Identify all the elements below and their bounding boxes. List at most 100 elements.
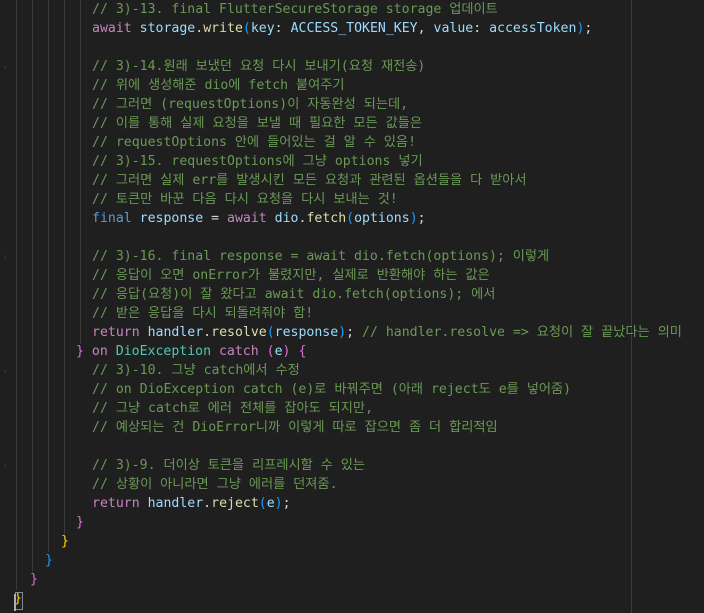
code-token: e	[266, 496, 275, 511]
code-token: reject	[211, 496, 259, 511]
code-token: // 그러면 (requestOptions)이 자동완성 되는데,	[92, 97, 409, 112]
code-token: // 그냥 catch로 에러 전체를 잡아도 되지만,	[92, 401, 374, 416]
code-line[interactable]: // 예상되는 건 DioError니까 이렇게 따로 잡으면 좀 더 합리적임	[0, 418, 498, 437]
code-token: on	[91, 344, 108, 359]
code-token: ;	[282, 496, 291, 511]
code-line[interactable]: // 3)-9. 더이상 토큰을 리프레시할 수 있는	[0, 456, 365, 475]
code-token: ACCESS_TOKEN_KEY	[290, 21, 418, 36]
code-token: // 토큰만 바꾼 다음 다시 요청을 다시 보내는 것!	[92, 192, 398, 207]
code-line[interactable]: }	[0, 532, 69, 551]
code-line[interactable]: // 3)-10. 그냥 catch에서 수정	[0, 361, 300, 380]
code-token: }	[76, 344, 84, 359]
code-token: // 이를 통해 실제 요청을 보낼 때 필요한 모든 값들은	[92, 116, 422, 131]
code-line[interactable]: // 그러면 (requestOptions)이 자동완성 되는데,	[0, 95, 408, 114]
code-token: }	[45, 553, 53, 568]
code-token: ;	[584, 21, 593, 36]
code-line[interactable]	[0, 228, 92, 247]
code-token: final	[92, 211, 132, 226]
code-token: (	[258, 496, 267, 511]
code-token: return	[92, 325, 140, 340]
code-token: .	[203, 496, 212, 511]
code-line[interactable]: // 그냥 catch로 에러 전체를 잡아도 되지만,	[0, 399, 373, 418]
code-token: DioException	[115, 344, 212, 359]
code-token: // 예상되는 건 DioError니까 이렇게 따로 잡으면 좀 더 합리적임	[92, 420, 498, 435]
code-token: // 상황이 아니라면 그냥 에러를 던져줌.	[92, 477, 338, 492]
code-token: handler	[147, 496, 204, 511]
code-line[interactable]: // 이를 통해 실제 요청을 보낼 때 필요한 모든 값들은	[0, 114, 422, 133]
code-token: response	[139, 211, 204, 226]
code-token: ;	[417, 211, 426, 226]
code-editor[interactable]: › › › › // 3)-13. final FlutterSecureSto…	[0, 0, 704, 613]
code-line[interactable]: // 3)-13. final FlutterSecureStorage sto…	[0, 0, 498, 19]
code-token: }	[61, 534, 69, 549]
code-token: // 받은 응답을 다시 되돌려줘야 함!	[92, 306, 314, 321]
code-token: :	[473, 21, 490, 36]
code-token: }	[76, 515, 84, 530]
editor-ruler	[631, 0, 632, 613]
code-token: write	[203, 21, 243, 36]
code-token: .	[203, 325, 212, 340]
code-token: // requestOptions 안에 들어있는 걸 알 수 있음!	[92, 135, 417, 150]
code-token: (	[346, 211, 355, 226]
code-token: )	[282, 344, 291, 359]
code-token: }	[30, 572, 38, 587]
code-line[interactable]: // 상황이 아니라면 그냥 에러를 던져줌.	[0, 475, 338, 494]
code-token: resolve	[211, 325, 267, 340]
code-line[interactable]: // 토큰만 바꾼 다음 다시 요청을 다시 보내는 것!	[0, 190, 398, 209]
code-line[interactable]: }	[0, 513, 84, 532]
code-token: (	[266, 344, 275, 359]
code-token: // 3)-13. final FlutterSecureStorage sto…	[92, 2, 498, 17]
code-line[interactable]: return handler.resolve(response); // han…	[0, 323, 682, 342]
code-line[interactable]	[0, 38, 92, 57]
code-line[interactable]: // 그러면 실제 err를 발생시킨 모든 요청과 관련된 옵션들을 다 받아…	[0, 171, 527, 190]
code-token: // 3)-10. 그냥 catch에서 수정	[92, 363, 300, 378]
code-token: await	[92, 21, 132, 36]
code-line[interactable]: // 응답(요청)이 잘 왔다고 await dio.fetch(options…	[0, 285, 495, 304]
code-line[interactable]	[0, 437, 92, 456]
code-token: // 3)-15. requestOptions에 그냥 options 넣기	[92, 154, 423, 169]
code-token: options	[354, 211, 410, 226]
code-line[interactable]: // requestOptions 안에 들어있는 걸 알 수 있음!	[0, 133, 416, 152]
code-token: // 응답이 오면 onError가 불렸지만, 실제로 반환해야 하는 값은	[92, 268, 490, 283]
code-token: accessToken	[489, 21, 577, 36]
code-line[interactable]: // on DioException catch (e)로 바꿔주면 (아래 r…	[0, 380, 571, 399]
code-line[interactable]: await storage.write(key: ACCESS_TOKEN_KE…	[0, 19, 592, 38]
code-token: (	[266, 325, 275, 340]
code-token: :	[274, 21, 291, 36]
code-token: storage	[139, 21, 196, 36]
code-token: fetch	[306, 211, 347, 226]
code-line[interactable]: } on DioException catch (e) {	[0, 342, 306, 361]
code-token: return	[92, 496, 140, 511]
code-line[interactable]: return handler.reject(e);	[0, 494, 291, 513]
code-line[interactable]: // 3)-16. final response = await dio.fet…	[0, 247, 549, 266]
code-token: response	[274, 325, 339, 340]
code-token: =	[203, 211, 228, 226]
code-token: {	[298, 344, 307, 359]
code-line[interactable]: // 받은 응답을 다시 되돌려줘야 함!	[0, 304, 313, 323]
code-token: .	[195, 21, 204, 36]
code-token: // 3)-9. 더이상 토큰을 리프레시할 수 있는	[92, 458, 366, 473]
code-token: dio	[274, 211, 299, 226]
code-line[interactable]: // 3)-14.원래 보냈던 요청 다시 보내기(요청 재전송)	[0, 57, 425, 76]
code-token: e	[274, 344, 283, 359]
code-token: ;	[346, 325, 363, 340]
code-line[interactable]: final response = await dio.fetch(options…	[0, 209, 426, 228]
code-line[interactable]: }	[0, 551, 53, 570]
code-line[interactable]: }	[0, 570, 38, 589]
code-line[interactable]: // 3)-15. requestOptions에 그냥 options 넣기	[0, 152, 423, 171]
code-line[interactable]: // 위에 생성해준 dio에 fetch 붙여주기	[0, 76, 345, 95]
code-token: // 위에 생성해준 dio에 fetch 붙여주기	[92, 78, 345, 93]
code-token: value	[433, 21, 474, 36]
code-token: )	[338, 325, 347, 340]
code-token: catch	[218, 344, 259, 359]
code-line[interactable]: // 응답이 오면 onError가 불렸지만, 실제로 반환해야 하는 값은	[0, 266, 490, 285]
code-token: // on DioException catch (e)로 바꿔주면 (아래 r…	[92, 382, 572, 397]
code-token: )	[409, 211, 418, 226]
